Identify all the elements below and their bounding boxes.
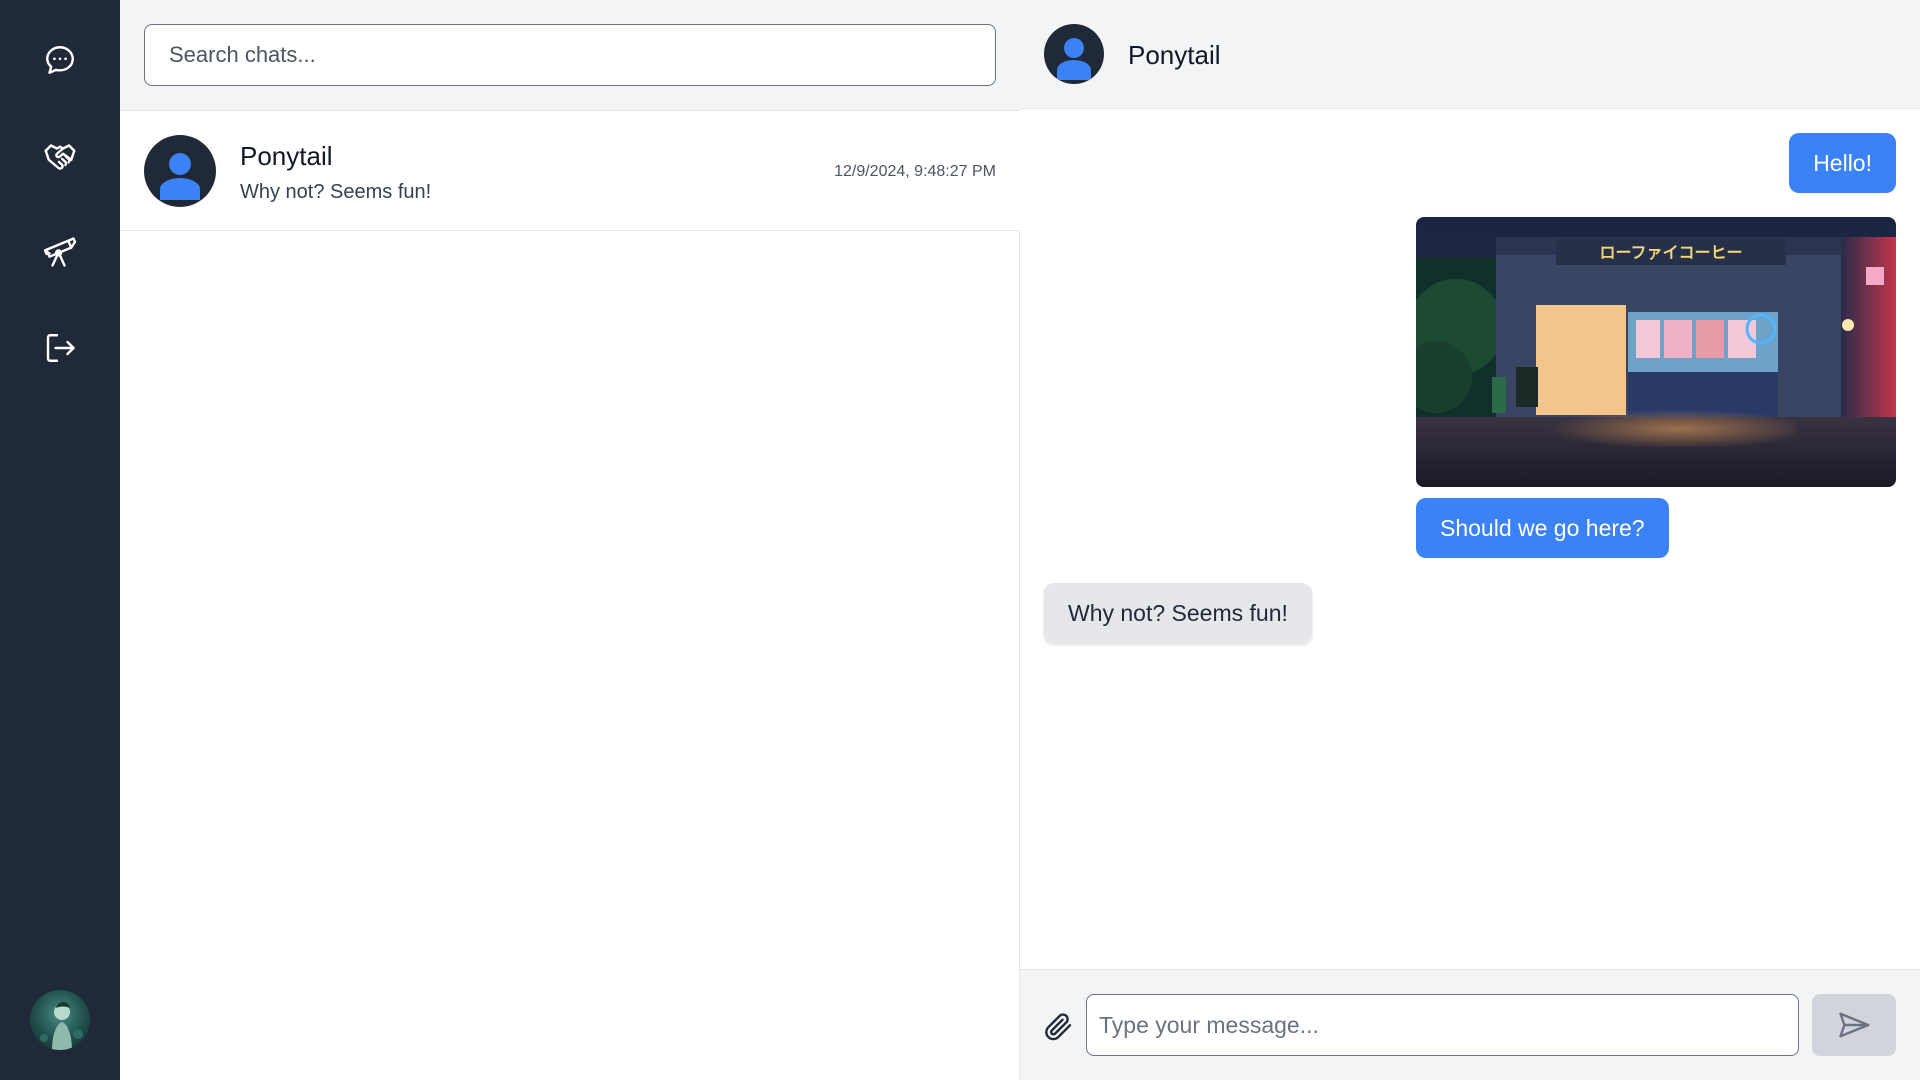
logout-icon [46,334,75,362]
sidebar-nav [0,0,120,1080]
chat-list-item[interactable]: Ponytail Why not? Seems fun! 12/9/2024, … [120,111,1020,231]
paperclip-icon [1045,1013,1072,1041]
send-icon [1839,1012,1870,1038]
contact-avatar-icon [144,135,216,207]
message-composer [1020,969,1920,1080]
conversation-contact-name: Ponytail [1128,40,1221,70]
user-avatar[interactable] [30,990,90,1050]
message-bubble-received: Why not? Seems fun! [1044,583,1312,643]
handshake-icon [44,144,76,170]
telescope-icon [43,237,77,267]
nav-chats-button[interactable] [35,35,85,85]
chat-list-header [120,0,1020,111]
message-bubble-sent: Hello! [1789,133,1896,193]
search-input[interactable] [144,24,996,86]
message-image[interactable]: ローファイコーヒー [1416,217,1896,487]
attach-button[interactable] [1040,1008,1076,1044]
nav-friends-button[interactable] [35,131,85,181]
nav-discover-button[interactable] [35,227,85,277]
profile-picture [40,1002,83,1050]
chat-timestamp: 12/9/2024, 9:48:27 PM [834,163,996,180]
chat-last-message: Why not? Seems fun! [240,181,432,203]
store-sign-text: ローファイコーヒー [1599,243,1742,262]
chat-bubble-icon [46,46,74,74]
message-bubble-sent: Should we go here? [1416,498,1669,558]
conversation-header: Ponytail [1020,0,1920,109]
contact-avatar-icon[interactable] [1044,24,1104,84]
message-input[interactable] [1086,994,1799,1056]
conversation-panel: Ponytail Hello! ローファイコーヒー Should we go h… [1020,0,1920,1080]
nav-logout-button[interactable] [35,323,85,373]
cafe-storefront-image: ローファイコーヒー [1416,217,1896,487]
chat-contact-name: Ponytail [240,141,333,171]
chat-list-panel: Ponytail Why not? Seems fun! 12/9/2024, … [120,0,1020,1080]
send-button[interactable] [1812,994,1896,1056]
